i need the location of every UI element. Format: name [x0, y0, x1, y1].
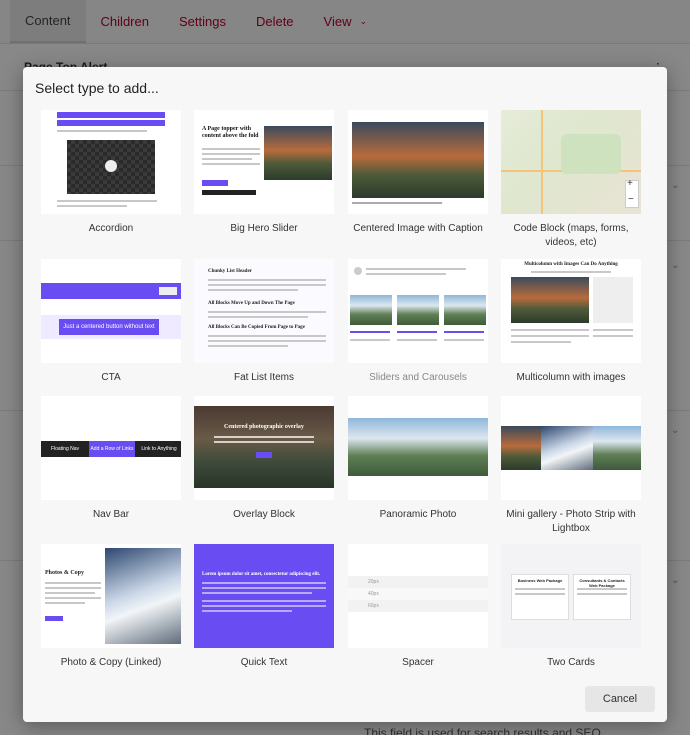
- thumbnail-text: 20px: [348, 576, 488, 588]
- thumbnail-text: Consultants & Contacts Web Package: [579, 578, 625, 588]
- thumbnail-two-cards: Business Web Package Consultants & Conta…: [501, 544, 641, 648]
- block-label: Fat List Items: [233, 372, 294, 383]
- thumbnail-overlay: Centered photographic overlay: [194, 396, 334, 500]
- zoom-in-icon[interactable]: +: [627, 178, 633, 189]
- thumbnail-cta: Just a centered button without text: [41, 259, 181, 363]
- block-option-big-hero-slider[interactable]: A Page topper with content above the fol…: [194, 110, 334, 236]
- block-label: Quick Text: [240, 657, 288, 668]
- thumbnail-big-hero-slider: A Page topper with content above the fol…: [194, 110, 334, 214]
- block-label: Two Cards: [547, 657, 595, 668]
- thumbnail-text: Floating Nav: [50, 446, 80, 452]
- block-option-sliders[interactable]: Sliders and Carousels: [348, 259, 488, 385]
- thumbnail-centered-image: [348, 110, 488, 214]
- block-option-mini-gallery[interactable]: Mini gallery - Photo Strip with Lightbox: [501, 396, 641, 536]
- block-label: Accordion: [88, 223, 134, 234]
- block-option-fat-list[interactable]: Chunky List Header All Blocks Move Up an…: [194, 259, 334, 385]
- block-label: Centered Image with Caption: [353, 223, 483, 234]
- thumbnail-text: All Blocks Move Up and Down The Page: [208, 301, 295, 306]
- add-block-modal: Select type to add... Accordion A Page t…: [23, 67, 667, 722]
- thumbnail-text: 40px: [348, 588, 488, 600]
- thumbnail-text: Link to Anything: [141, 446, 177, 452]
- thumbnail-text: Business Web Package: [517, 578, 563, 583]
- modal-title: Select type to add...: [35, 80, 159, 96]
- cancel-button[interactable]: Cancel: [585, 686, 655, 712]
- thumbnail-text: Multicolumn with Images Can Do Anything: [524, 262, 618, 267]
- block-option-two-cards[interactable]: Business Web Package Consultants & Conta…: [501, 544, 641, 670]
- zoom-out-icon[interactable]: −: [628, 194, 634, 205]
- block-label: Overlay Block: [233, 509, 295, 520]
- block-option-panoramic[interactable]: Panoramic Photo: [348, 396, 488, 522]
- thumbnail-text: Chunky List Header: [208, 269, 252, 274]
- thumbnail-text: Just a centered button without text: [59, 319, 159, 335]
- thumbnail-text: 60px: [348, 600, 488, 612]
- thumbnail-mini-gallery: [501, 396, 641, 500]
- block-option-photo-copy[interactable]: Photos & Copy Photo & Copy (Linked): [41, 544, 181, 670]
- block-label: Photo & Copy (Linked): [60, 657, 162, 668]
- thumbnail-text: Photos & Copy: [45, 570, 85, 576]
- block-option-spacer[interactable]: 20px 40px 60px Spacer: [348, 544, 488, 670]
- thumbnail-text: Centered photographic overlay: [224, 424, 304, 430]
- block-label: CTA: [101, 372, 121, 383]
- block-label: Multicolumn with images: [516, 372, 626, 383]
- block-label: Code Block (maps, forms, videos, etc): [513, 223, 629, 248]
- thumbnail-text: Lorem ipsum dolor sit amet, consectetur …: [202, 572, 321, 577]
- thumbnail-sliders: [348, 259, 488, 363]
- thumbnail-fat-list: Chunky List Header All Blocks Move Up an…: [194, 259, 334, 363]
- thumbnail-quick-text: Lorem ipsum dolor sit amet, consectetur …: [194, 544, 334, 648]
- block-option-nav-bar[interactable]: Floating Nav Add a Row of Links Link to …: [41, 396, 181, 522]
- block-label: Panoramic Photo: [379, 509, 457, 520]
- thumbnail-text: Add a Row of Links: [89, 441, 135, 457]
- block-option-accordion[interactable]: Accordion: [41, 110, 181, 236]
- block-label: Big Hero Slider: [230, 223, 298, 234]
- thumbnail-text: All Blocks Can Be Copied From Page to Pa…: [208, 325, 305, 330]
- block-option-quick-text[interactable]: Lorem ipsum dolor sit amet, consectetur …: [194, 544, 334, 670]
- block-option-centered-image[interactable]: Centered Image with Caption: [348, 110, 488, 236]
- block-option-code-block[interactable]: + − Code Block (maps, forms, videos, etc…: [501, 110, 641, 250]
- block-label: Mini gallery - Photo Strip with Lightbox: [506, 509, 636, 534]
- thumbnail-accordion: [41, 110, 181, 214]
- block-option-overlay[interactable]: Centered photographic overlay Overlay Bl…: [194, 396, 334, 522]
- thumbnail-photo-copy: Photos & Copy: [41, 544, 181, 648]
- block-option-cta[interactable]: Just a centered button without text CTA: [41, 259, 181, 385]
- block-option-multicolumn[interactable]: Multicolumn with Images Can Do Anything …: [501, 259, 641, 385]
- thumbnail-spacer: 20px 40px 60px: [348, 544, 488, 648]
- thumbnail-nav-bar: Floating Nav Add a Row of Links Link to …: [41, 396, 181, 500]
- thumbnail-code-block: + −: [501, 110, 641, 214]
- block-label: Sliders and Carousels: [369, 372, 467, 383]
- thumbnail-multicolumn: Multicolumn with Images Can Do Anything: [501, 259, 641, 363]
- thumbnail-panoramic: [348, 396, 488, 500]
- block-label: Nav Bar: [92, 509, 130, 520]
- block-label: Spacer: [402, 657, 434, 668]
- thumbnail-text: A Page topper with content above the fol…: [202, 126, 259, 139]
